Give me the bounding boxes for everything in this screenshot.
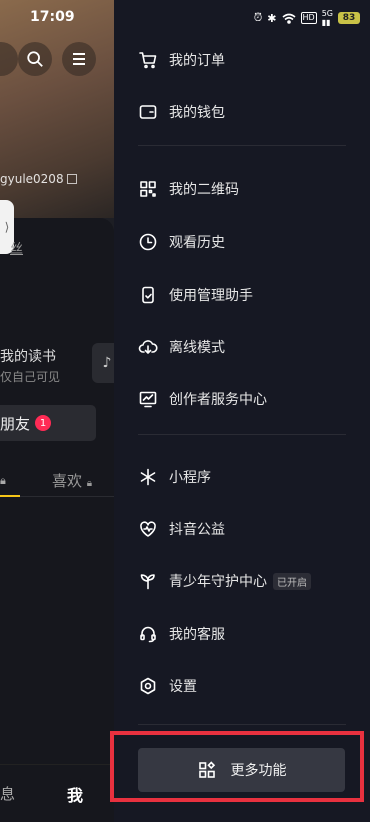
- user-id-text: gyule0208: [0, 172, 64, 186]
- qr-small-icon: [66, 174, 77, 184]
- menu-support[interactable]: 我的客服: [138, 620, 225, 648]
- wifi-icon: [282, 13, 296, 24]
- status-time: 17:09: [30, 9, 75, 25]
- menu-youth-guard-label: 青少年守护中心: [169, 574, 267, 590]
- heart-icon: [138, 519, 158, 539]
- cart-icon: [138, 50, 158, 70]
- menu-divider: [138, 724, 346, 725]
- lock-icon: 🔒︎: [86, 478, 93, 489]
- reading-title[interactable]: 我的读书: [0, 346, 56, 366]
- bottom-nav: [0, 764, 114, 822]
- menu-youth-guard[interactable]: 青少年守护中心 已开启: [138, 567, 311, 595]
- menu-creator-center-label: 创作者服务中心: [169, 392, 267, 408]
- friend-badge: 1: [35, 415, 52, 431]
- menu-usage-helper[interactable]: 使用管理助手: [138, 281, 253, 309]
- menu-offline-label: 离线模式: [169, 340, 225, 356]
- wallet-icon: [138, 102, 158, 122]
- hd-badge: HD: [300, 12, 317, 24]
- menu-wallet[interactable]: 我的钱包: [138, 98, 225, 126]
- network-type: 5G: [321, 9, 333, 18]
- add-friend-button[interactable]: 朋友 1: [0, 405, 96, 441]
- menu-settings-label: 设置: [169, 679, 197, 695]
- menu-usage-helper-label: 使用管理助手: [169, 288, 253, 304]
- menu-button[interactable]: [62, 42, 96, 76]
- nav-messages[interactable]: 息: [0, 783, 15, 804]
- profile-background: 17:09 gyule0208 ⟩ 丝 我的读书 仅自己可见 ♪ 朋友 1 🔒︎…: [0, 0, 114, 822]
- status-icons: ⏰︎ ✱ HD 5G ▮▮ 83: [254, 9, 360, 27]
- lock-icon: 🔒︎: [0, 474, 6, 487]
- menu-charity-label: 抖音公益: [169, 522, 225, 538]
- menu-settings[interactable]: 设置: [138, 672, 197, 700]
- menu-divider: [138, 434, 346, 435]
- clock-icon: [138, 232, 158, 252]
- search-icon: [27, 51, 43, 67]
- more-features-button[interactable]: 更多功能: [138, 748, 345, 792]
- menu-mini-programs-label: 小程序: [169, 470, 211, 486]
- add-friend-label: 朋友: [0, 414, 31, 433]
- signal-indicator: 5G ▮▮: [321, 9, 333, 27]
- tab-likes-label: 喜欢: [52, 472, 83, 490]
- cloud-download-icon: [138, 337, 158, 357]
- alarm-icon: ⏰︎: [253, 11, 263, 24]
- menu-history[interactable]: 观看历史: [138, 228, 225, 256]
- menu-creator-center[interactable]: 创作者服务中心: [138, 385, 267, 413]
- menu-mini-programs[interactable]: 小程序: [138, 463, 211, 491]
- monitor-chart-icon: [138, 389, 158, 409]
- menu-orders[interactable]: 我的订单: [138, 46, 225, 74]
- battery-level: 83: [342, 13, 356, 23]
- music-note-icon: ♪: [102, 355, 112, 371]
- menu-qrcode-label: 我的二维码: [169, 182, 239, 198]
- qrcode-icon: [138, 179, 158, 199]
- music-button[interactable]: ♪: [92, 343, 114, 383]
- bluetooth-icon: ✱: [267, 11, 277, 25]
- gear-icon: [138, 676, 158, 696]
- reading-subtitle: 仅自己可见: [0, 370, 61, 384]
- sprout-icon: [138, 571, 158, 591]
- menu-charity[interactable]: 抖音公益: [138, 515, 225, 543]
- menu-offline[interactable]: 离线模式: [138, 333, 225, 361]
- menu-support-label: 我的客服: [169, 627, 225, 643]
- asterisk-icon: [138, 467, 158, 487]
- menu-divider: [138, 145, 346, 146]
- hamburger-icon: [73, 53, 85, 65]
- youth-guard-status-tag: 已开启: [273, 572, 311, 590]
- menu-history-label: 观看历史: [169, 235, 225, 251]
- menu-qrcode[interactable]: 我的二维码: [138, 175, 239, 203]
- grid-apps-icon: [198, 761, 215, 778]
- profile-panel: [0, 218, 114, 822]
- headset-icon: [138, 624, 158, 644]
- tab-active-indicator: [0, 495, 20, 497]
- menu-wallet-label: 我的钱包: [169, 105, 225, 121]
- tab-likes[interactable]: 喜欢 🔒︎: [52, 470, 92, 491]
- phone-check-icon: [138, 285, 158, 305]
- user-id[interactable]: gyule0208: [0, 172, 77, 186]
- battery-icon: 83: [338, 12, 360, 24]
- search-button[interactable]: [18, 42, 52, 76]
- menu-orders-label: 我的订单: [169, 53, 225, 69]
- more-features-label: 更多功能: [230, 763, 287, 779]
- nav-me[interactable]: 我: [67, 782, 83, 806]
- fans-link[interactable]: 丝: [10, 238, 23, 257]
